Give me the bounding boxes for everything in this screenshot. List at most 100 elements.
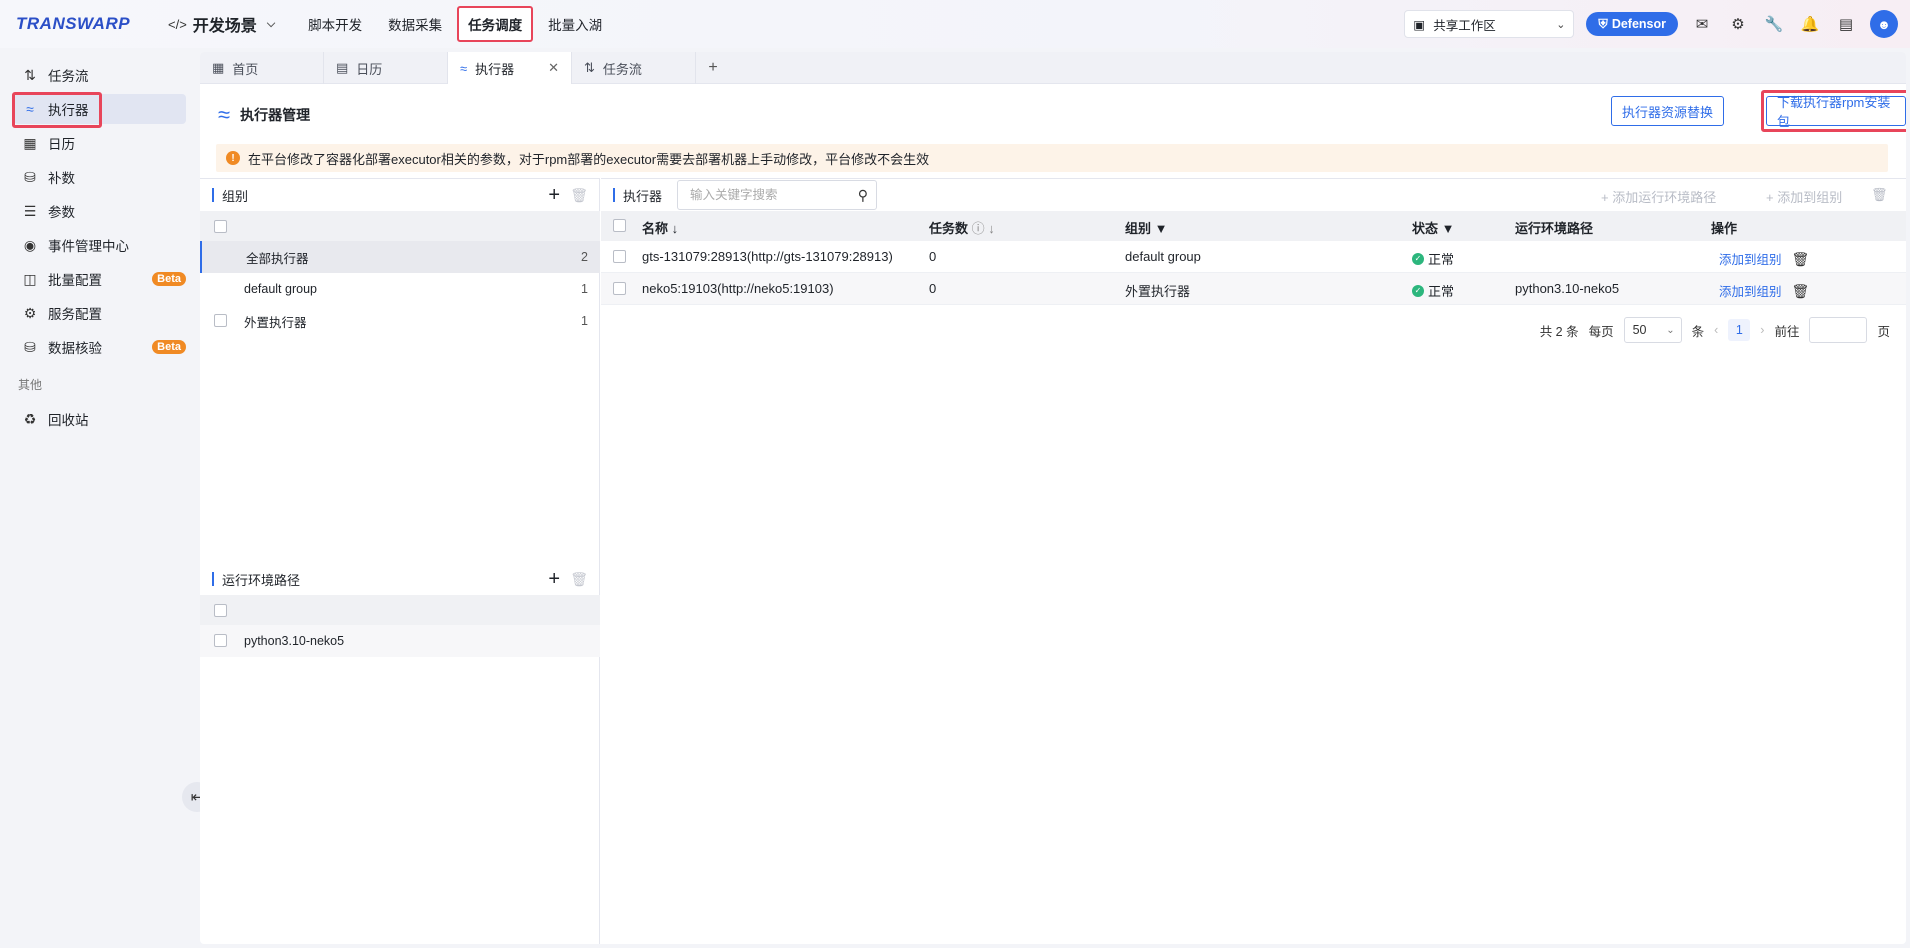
- next-page-icon[interactable]: ›: [1760, 323, 1764, 337]
- sidebar-item-taskflow[interactable]: ⇅ 任务流: [14, 60, 186, 90]
- nav-data-collect[interactable]: 数据采集: [377, 6, 453, 42]
- page-title: 执行器管理: [240, 107, 311, 123]
- col-tasks[interactable]: 任务数 ⓘ ↓: [929, 218, 995, 237]
- trash-icon[interactable]: 🗑: [1792, 251, 1810, 267]
- sidebar-item-calendar[interactable]: ▦ 日历: [14, 128, 186, 158]
- trash-icon[interactable]: 🗑: [1871, 187, 1888, 203]
- tab-label: 执行器: [475, 61, 515, 77]
- group-name: default group: [244, 282, 317, 296]
- flow-icon: ⇅: [24, 66, 36, 83]
- col-group[interactable]: 组别 ▼: [1125, 218, 1168, 237]
- send-icon[interactable]: ✉: [1690, 12, 1714, 36]
- bell-icon[interactable]: 🔔: [1798, 12, 1822, 36]
- group-row-external[interactable]: 外置执行器 1: [200, 305, 600, 337]
- envpath-row[interactable]: python3.10-neko5: [200, 625, 600, 657]
- sidebar-item-label: 回收站: [48, 413, 89, 428]
- envpath-header: 运行环境路径 + 🗑: [200, 563, 600, 595]
- sidebar-item-label: 参数: [48, 205, 75, 220]
- add-tab-button[interactable]: +: [696, 52, 730, 84]
- page-number[interactable]: 1: [1728, 319, 1751, 341]
- sidebar-item-data-verify[interactable]: ⛁ 数据核验 Beta: [14, 332, 186, 362]
- alert-text: 在平台修改了容器化部署executor相关的参数，对于rpm部署的executo…: [248, 151, 930, 167]
- group-row-default[interactable]: default group 1: [200, 273, 600, 305]
- sidebar-item-batch-config[interactable]: ◫ 批量配置 Beta: [14, 264, 186, 294]
- sidebar-item-event-center[interactable]: ◉ 事件管理中心: [14, 230, 186, 260]
- scene-switcher[interactable]: </> 开发场景 ⌵: [168, 12, 275, 36]
- row-checkbox[interactable]: [613, 250, 626, 263]
- sidebar-item-label: 数据核验: [48, 341, 102, 356]
- search-input[interactable]: [690, 188, 850, 202]
- row-checkbox[interactable]: [214, 634, 227, 647]
- nav-script-dev[interactable]: 脚本开发: [297, 6, 373, 42]
- per-page-label: 每页: [1588, 324, 1614, 339]
- sliders-icon: ☰: [23, 202, 37, 219]
- add-icon[interactable]: +: [548, 568, 560, 591]
- sidebar-item-service-config[interactable]: ⚙ 服务配置: [14, 298, 186, 328]
- prev-page-icon[interactable]: ‹: [1714, 323, 1718, 337]
- group-name: 全部执行器: [246, 251, 309, 266]
- sidebar-item-recycle[interactable]: ♻ 回收站: [14, 404, 186, 434]
- chevron-down-icon: ⌄: [1666, 324, 1675, 336]
- avatar[interactable]: ☻: [1870, 10, 1898, 38]
- add-icon[interactable]: +: [548, 184, 560, 207]
- nav-batch-lake[interactable]: 批量入湖: [537, 6, 613, 42]
- select-all-checkbox[interactable]: [613, 219, 626, 232]
- calendar-icon: ▦: [23, 134, 37, 151]
- search-icon[interactable]: ⚲: [858, 187, 868, 204]
- select-all-checkbox[interactable]: [214, 603, 227, 617]
- envpath-list-header: [200, 595, 600, 625]
- search-box: ⚲: [677, 180, 877, 210]
- tab-label: 日历: [356, 61, 383, 77]
- tab-bar: ▦ 首页 ▤ 日历 ≈ 执行器 ✕ ⇅ 任务流 +: [200, 52, 1906, 84]
- group-count: 1: [581, 314, 588, 328]
- tab-home[interactable]: ▦ 首页: [200, 52, 324, 84]
- event-icon: ◉: [23, 236, 37, 253]
- replace-resource-button[interactable]: 执行器资源替换: [1611, 96, 1725, 126]
- add-to-group-link[interactable]: 添加到组别: [1719, 285, 1782, 299]
- workspace-select[interactable]: ▣ 共享工作区 ⌄: [1404, 10, 1575, 38]
- add-env-path-button[interactable]: + 添加运行环境路径: [1601, 187, 1716, 206]
- batch-icon: ◫: [23, 270, 37, 287]
- status-label: 正常: [1428, 284, 1455, 299]
- tab-calendar[interactable]: ▤ 日历: [324, 52, 448, 84]
- tab-label: 首页: [232, 61, 259, 77]
- sidebar-item-executor[interactable]: ≈ 执行器: [12, 92, 186, 128]
- presentation-icon[interactable]: ▤: [1834, 12, 1858, 36]
- col-status[interactable]: 状态 ▼: [1412, 218, 1455, 237]
- sidebar-item-params[interactable]: ☰ 参数: [14, 196, 186, 226]
- pagination: 共 2 条 每页 50 ⌄ 条 ‹ 1 › 前往 页: [1540, 317, 1890, 343]
- tab-executor[interactable]: ≈ 执行器 ✕: [448, 52, 572, 84]
- select-all-checkbox[interactable]: [214, 219, 227, 233]
- trash-icon[interactable]: 🗑: [1792, 283, 1810, 299]
- gear-icon[interactable]: ⚙: [1726, 12, 1750, 36]
- cell-name: gts-131079:28913(http://gts-131079:28913…: [642, 249, 893, 264]
- tab-taskflow[interactable]: ⇅ 任务流: [572, 52, 696, 84]
- col-name[interactable]: 名称 ↓: [642, 218, 678, 237]
- table-row[interactable]: neko5:19103(http://neko5:19103) 0 外置执行器 …: [601, 273, 1906, 305]
- warning-alert: ! 在平台修改了容器化部署executor相关的参数，对于rpm部署的execu…: [216, 144, 1888, 172]
- goto-label: 前往: [1774, 324, 1800, 339]
- help-icon: ⓘ: [971, 221, 985, 236]
- status-badge: ✓ 正常: [1412, 249, 1454, 268]
- wrench-icon[interactable]: 🔧: [1762, 12, 1786, 36]
- page-size-select[interactable]: 50 ⌄: [1623, 317, 1682, 343]
- download-rpm-button[interactable]: 下载执行器rpm安装包: [1766, 95, 1906, 129]
- group-row-all[interactable]: 全部执行器 2: [200, 241, 600, 273]
- close-icon[interactable]: ✕: [548, 60, 559, 76]
- goto-page-input[interactable]: [1809, 317, 1868, 343]
- row-checkbox[interactable]: [214, 314, 227, 327]
- sidebar-item-backfill[interactable]: ⛁ 补数: [14, 162, 186, 192]
- row-checkbox[interactable]: [613, 282, 626, 295]
- unit-label: 条: [1691, 324, 1705, 339]
- cell-ops: 添加到组别 🗑: [1719, 281, 1809, 300]
- nav-task-schedule[interactable]: 任务调度: [457, 6, 534, 42]
- beta-badge: Beta: [152, 340, 186, 354]
- trash-icon[interactable]: 🗑: [570, 571, 588, 588]
- logo[interactable]: TRANSWARP: [16, 14, 154, 34]
- executor-title: 执行器: [623, 188, 663, 204]
- defensor-button[interactable]: ⛨ Defensor: [1586, 12, 1678, 36]
- table-row[interactable]: gts-131079:28913(http://gts-131079:28913…: [601, 241, 1906, 273]
- trash-icon[interactable]: 🗑: [570, 187, 588, 204]
- add-to-group-button[interactable]: + 添加到组别: [1766, 187, 1842, 206]
- add-to-group-link[interactable]: 添加到组别: [1719, 253, 1782, 267]
